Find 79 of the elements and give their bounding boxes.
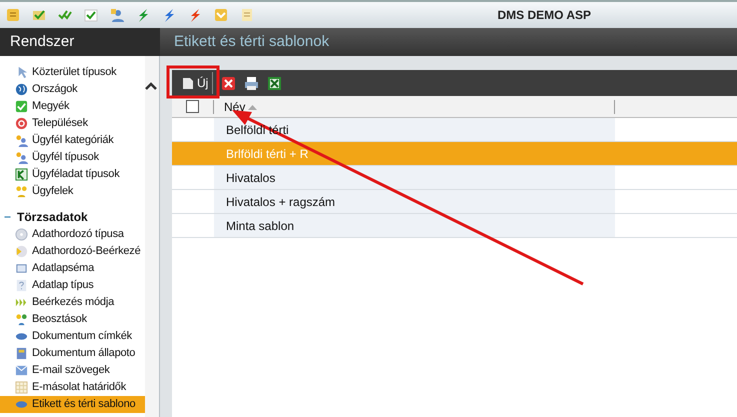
table-cell: Hivatalos + ragszám [226,195,336,209]
sidebar-item[interactable]: Megyék [0,98,145,115]
table-row[interactable]: Hivatalos [172,166,737,190]
sidebar-item[interactable]: E-mail szövegek [0,362,145,379]
sidebar-label: Települések [32,116,88,132]
lightning-icon[interactable] [188,8,202,22]
calendar-icon [15,381,28,394]
sidebar-item[interactable]: Dokumentum címkék [0,328,145,345]
spreadsheet-icon[interactable] [267,76,282,90]
document-icon [182,76,194,90]
table-row[interactable]: Minta sablon [172,214,737,238]
sort-ascending-icon[interactable] [248,104,258,110]
delete-icon[interactable] [221,76,236,90]
target-icon [15,117,28,130]
sidebar-label: Adathordozó-Beérkezé [32,244,141,260]
sidebar-label: Adathordozó típusa [32,227,124,242]
sidebar-label: Ügyfél kategóriák [32,132,114,148]
sidebar-label: Adatlapséma [32,261,94,276]
highlight-frame [166,66,220,98]
select-all-checkbox[interactable] [186,100,199,113]
sidebar-label: E-másolat határidők [32,380,126,396]
app-title: DMS DEMO ASP [497,7,591,24]
sidebar-item[interactable]: Országok [0,81,145,98]
sidebar-item[interactable]: Beérkezés módja [0,294,145,311]
sidebar-item[interactable]: Közterület típusok [0,64,145,81]
sidebar-label: Adatlap típus [32,278,94,294]
sidebar-item[interactable]: E-másolat határidők [0,379,145,396]
table-row[interactable]: Hivatalos + ragszám [172,190,737,214]
sidebar-item[interactable]: Ügyfelek [0,183,145,200]
document-icon [15,347,28,360]
sidebar-label: Közterület típusok [32,65,116,80]
check-icon[interactable] [84,8,98,22]
lightning-icon[interactable] [136,8,150,22]
printer-icon[interactable] [244,76,260,90]
table-cell: Minta sablon [226,219,294,233]
table-cell: Brlföldi térti + R [226,147,308,161]
sidebar-item[interactable]: Ügyfél kategóriák [0,132,145,149]
disc-icon [15,245,28,258]
sidebar-item[interactable]: Adathordozó-Beérkezé [0,243,145,260]
disc-icon [15,228,28,241]
sidebar-label: Beosztások [32,312,87,328]
note-icon[interactable] [240,8,254,22]
sidebar-label: Ügyfelek [32,184,74,200]
sidebar-item[interactable]: Ügyféladat típusok [0,166,145,183]
sidebar-label: Ügyfél típusok [32,150,99,166]
form-icon [15,262,28,275]
page-title: Etikett és térti sablonok [173,32,330,52]
lightning-icon[interactable] [162,8,176,22]
new-button[interactable]: Új [178,72,214,94]
check-icon [15,100,28,113]
sidebar-label: Etikett és térti sablono [32,397,136,412]
sidebar-label: E-mail szövegek [32,363,110,378]
table-cell: Hivatalos [226,171,276,185]
sidebar-label: Dokumentum állapoto [32,346,136,362]
column-header[interactable]: Név [224,98,246,116]
person-icon[interactable] [110,8,124,22]
sidebar-label: Megyék [32,99,70,114]
sidebar-item[interactable]: Adatlap típus [0,277,145,294]
spreadsheet-icon [15,168,28,181]
sidebar-item[interactable]: Etikett és térti sablono [0,396,145,413]
section-header: Törzsadatok [17,209,88,226]
sidebar-item[interactable]: Dokumentum állapoto [0,345,145,362]
section-title: Rendszer [0,28,160,56]
sidebar-item[interactable]: Adatlapséma [0,260,145,277]
sidebar-label: Dokumentum címkék [32,329,132,344]
sidebar-item[interactable]: Beosztások [0,311,145,328]
triple-arrow-icon [15,296,28,309]
double-check-icon[interactable] [58,8,72,22]
sidebar-label: Beérkezés módja [32,295,114,310]
sidebar-item[interactable]: Ügyfél típusok [0,149,145,166]
sidebar-label: Országok [32,82,78,98]
sidebar-label: Ügyféladat típusok [32,166,120,182]
scroll-up-icon[interactable] [145,82,157,90]
question-icon [15,279,28,292]
sidebar-item[interactable]: Adathordozó típusa [0,226,145,243]
note-icon[interactable] [6,8,20,22]
collapse-icon[interactable]: − [4,208,12,226]
check-icon[interactable] [32,8,46,22]
sidebar-item[interactable]: Települések [0,115,145,132]
